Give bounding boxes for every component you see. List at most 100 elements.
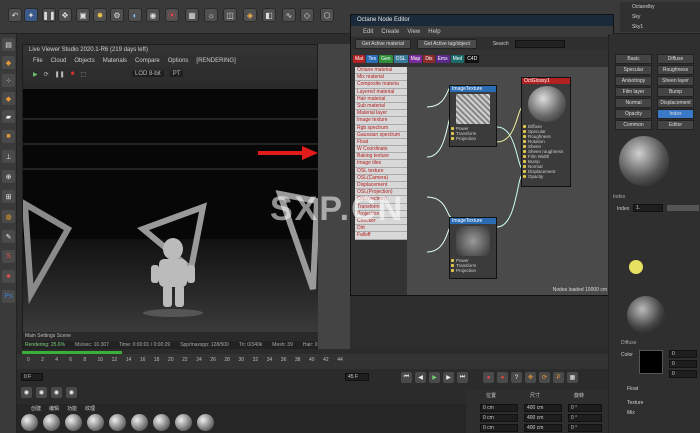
tab-main[interactable]: Main: [25, 333, 36, 339]
scale-icon[interactable]: ▣: [76, 8, 90, 22]
material-node[interactable]: OctGlossy1 Diffuse Specular Roughness Rotat…: [521, 77, 571, 187]
rot-h[interactable]: 0 °: [568, 404, 602, 412]
channel-button[interactable]: Basic: [615, 54, 652, 64]
stop-icon[interactable]: ■: [71, 71, 75, 77]
category-tag[interactable]: Mat: [353, 55, 366, 63]
size-z[interactable]: 400 cm: [524, 424, 562, 432]
pos-y[interactable]: 0 cm: [480, 414, 518, 422]
render-icon[interactable]: ◐: [128, 8, 142, 22]
node-graph[interactable]: ImageTexture Power Transform Projection …: [407, 67, 613, 295]
tab-create[interactable]: 创建: [31, 405, 41, 412]
color-b[interactable]: 0: [669, 370, 697, 378]
size-x[interactable]: 400 cm: [524, 404, 562, 412]
channel-button[interactable]: Editor: [657, 120, 694, 130]
channel-button[interactable]: Bump: [657, 87, 694, 97]
material-swatch[interactable]: [65, 414, 82, 431]
rot-b[interactable]: 0 °: [568, 424, 602, 432]
menu-objects[interactable]: Objects: [74, 58, 94, 64]
pos-z[interactable]: 0 cm: [480, 424, 518, 432]
node-list-item[interactable]: Layered material: [355, 88, 407, 96]
material-swatch[interactable]: [109, 414, 126, 431]
view1-icon[interactable]: ◉: [21, 387, 32, 398]
tab-texture[interactable]: 纹理: [85, 405, 95, 412]
mix-icon[interactable]: ♣: [2, 270, 15, 283]
play-icon[interactable]: ▶: [429, 372, 440, 383]
node-list-item[interactable]: Image texture: [355, 117, 407, 125]
live-select-icon[interactable]: ✦: [24, 8, 38, 22]
menu-help[interactable]: Help: [428, 29, 440, 35]
menu-cloud[interactable]: Cloud: [51, 58, 67, 64]
node-list-item[interactable]: W Coordinate: [355, 146, 407, 154]
ps-icon[interactable]: Ps: [2, 290, 15, 303]
box-icon[interactable]: ■: [2, 130, 15, 143]
size-y[interactable]: 400 cm: [524, 414, 562, 422]
param-key-icon[interactable]: ▦: [567, 372, 578, 383]
camera-icon[interactable]: ◫: [223, 8, 237, 22]
get-active-tag-button[interactable]: Get Active tag/object: [416, 38, 477, 49]
node-list-item[interactable]: Composite materia: [355, 81, 407, 89]
material-swatch[interactable]: [175, 414, 192, 431]
node-list-item[interactable]: Float: [355, 138, 407, 147]
current-frame-field[interactable]: 0 F: [21, 373, 43, 381]
auto-key-icon[interactable]: ●: [497, 372, 508, 383]
channel-button[interactable]: Opacity: [615, 109, 652, 119]
node-list-item[interactable]: OSL(Camera): [355, 174, 407, 182]
node-list-item[interactable]: Rgb spectrum: [355, 124, 407, 132]
scale-key-icon[interactable]: P: [553, 372, 564, 383]
spline-icon[interactable]: ∿: [282, 8, 296, 22]
next-key-icon[interactable]: ▶: [443, 372, 454, 383]
node-list-item[interactable]: Octane material: [355, 67, 407, 75]
channel-button[interactable]: Diffuse: [657, 54, 694, 64]
snap-icon[interactable]: ⊕: [2, 170, 15, 183]
material-swatch[interactable]: [87, 414, 104, 431]
material-swatch[interactable]: [21, 414, 38, 431]
category-tag[interactable]: Dis: [423, 55, 435, 63]
deformer-icon[interactable]: ◇: [300, 8, 314, 22]
color-g[interactable]: 0: [669, 360, 697, 368]
channel-button[interactable]: Index: [657, 109, 694, 119]
rot-p[interactable]: 0 °: [568, 414, 602, 422]
channel-button[interactable]: Common: [615, 120, 652, 130]
node-list-item[interactable]: Falloff: [355, 232, 407, 240]
channel-button[interactable]: Roughness: [657, 65, 694, 75]
tab-function[interactable]: 功能: [67, 405, 77, 412]
key-select-icon[interactable]: ?: [511, 372, 522, 383]
search-input[interactable]: [514, 39, 565, 48]
material-swatch[interactable]: [131, 414, 148, 431]
image-texture-node-2[interactable]: ImageTexture Power Transform Projection: [449, 217, 497, 279]
send-icon[interactable]: ▶: [33, 71, 38, 78]
index-input[interactable]: 1.: [633, 204, 663, 212]
node-list-item[interactable]: Hair material: [355, 95, 407, 103]
edges-icon[interactable]: ◆: [2, 92, 15, 105]
menu-materials[interactable]: Materials: [103, 58, 127, 64]
refresh-icon[interactable]: ⟳: [44, 71, 49, 78]
port-projection[interactable]: Projection: [450, 136, 496, 141]
view3-icon[interactable]: ◉: [51, 387, 62, 398]
light-icon[interactable]: ☼: [204, 8, 218, 22]
region-icon[interactable]: ⬚: [80, 71, 86, 78]
material-swatch[interactable]: [197, 414, 214, 431]
tab-scene[interactable]: Scene: [57, 333, 71, 339]
end-frame-field[interactable]: 45 F: [345, 373, 369, 381]
record-key-icon[interactable]: ●: [483, 372, 494, 383]
first-frame-icon[interactable]: ⏮: [401, 372, 412, 383]
image-texture-node[interactable]: ImageTexture Power Transform Projection: [449, 85, 497, 147]
generator-icon[interactable]: ⬡: [320, 8, 334, 22]
category-tag[interactable]: Ems: [435, 55, 450, 63]
settings-icon[interactable]: ⚙: [110, 8, 124, 22]
pos-key-icon[interactable]: ✥: [525, 372, 536, 383]
tab-edit[interactable]: 编辑: [49, 405, 59, 412]
port-projection[interactable]: Projection: [450, 268, 496, 273]
category-tag[interactable]: Map: [408, 55, 423, 63]
node-list-item[interactable]: Material layer: [355, 110, 407, 118]
object-item-sky1[interactable]: Sky1: [632, 24, 643, 30]
lod-select[interactable]: LOD 8-bit: [132, 71, 164, 77]
pos-x[interactable]: 0 cm: [480, 404, 518, 412]
channel-button[interactable]: Displacement: [657, 98, 694, 108]
channel-button[interactable]: Sheen layer: [657, 76, 694, 86]
tab-settings[interactable]: Settings: [37, 333, 55, 339]
material-port[interactable]: Opacity: [522, 174, 570, 179]
kernel-select[interactable]: PT: [169, 71, 184, 77]
color-r[interactable]: 0: [669, 350, 697, 358]
category-tag[interactable]: Gen: [379, 55, 393, 63]
